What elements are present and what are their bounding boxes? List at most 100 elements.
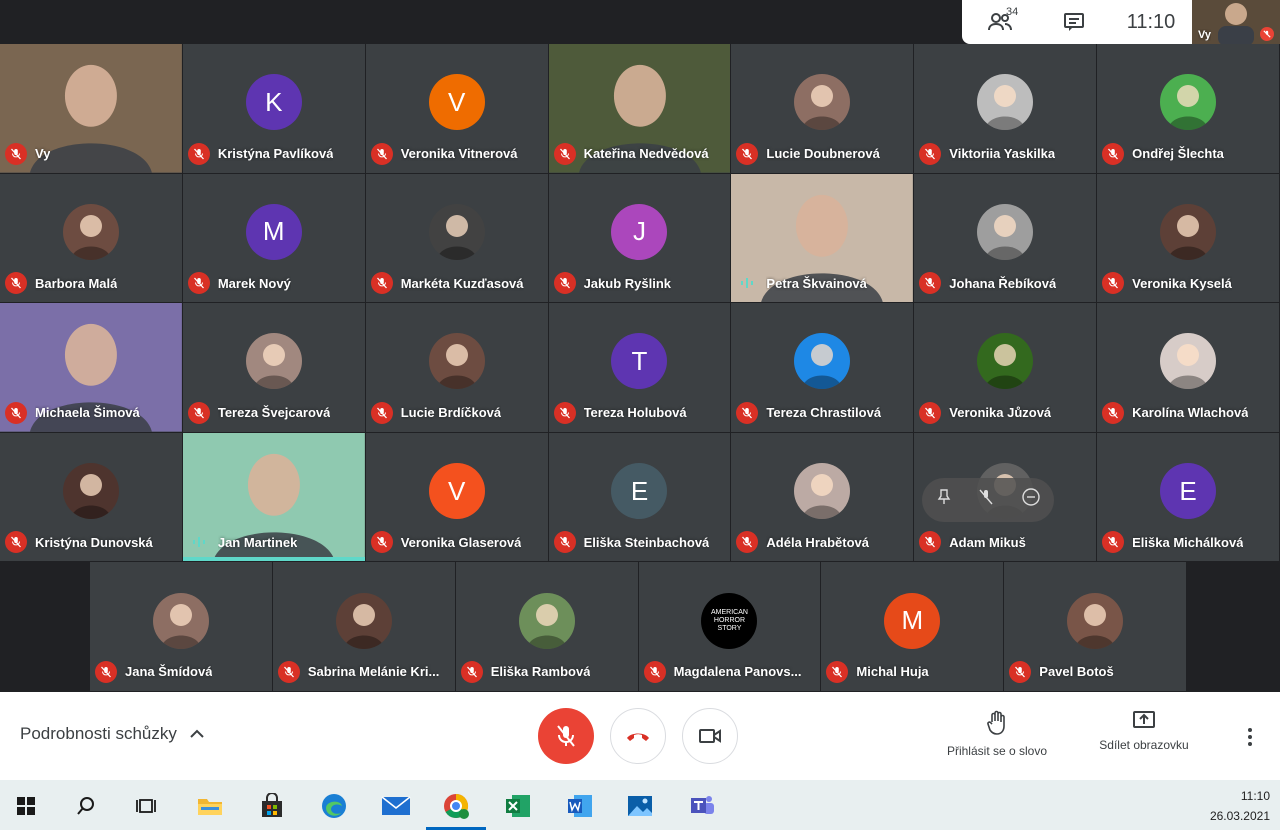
participant-tile-vy[interactable]: Vy (0, 44, 182, 173)
avatar-photo (1160, 333, 1217, 390)
muted-icon (553, 272, 576, 295)
muted-icon (187, 401, 210, 424)
participant-label: Veronika Kyselá (1102, 272, 1232, 295)
participant-label: Tereza Holubová (553, 401, 687, 424)
leave-call-button[interactable] (610, 708, 666, 764)
edge-browser-button[interactable] (314, 786, 354, 826)
camera-toggle-button[interactable] (682, 708, 738, 764)
participant-name: Petra Škvainová (766, 275, 867, 291)
microphone-toggle-button[interactable] (538, 708, 594, 764)
meeting-details-button[interactable]: Podrobnosti schůzky (20, 724, 205, 744)
system-date: 26.03.2021 (1209, 809, 1270, 823)
participant-label: Kristýna Dunovská (5, 531, 153, 554)
muted-icon (919, 142, 942, 165)
participant-name: Eliška Michálková (1132, 534, 1244, 550)
participant-tile-adam-mikus[interactable]: Adam Mikuš (914, 432, 1097, 562)
muted-icon (919, 531, 942, 554)
participant-tile-marketa-kuzdasova[interactable]: Markéta Kuzďasová (365, 173, 548, 303)
file-explorer-button[interactable] (190, 786, 230, 826)
start-button[interactable] (6, 786, 46, 826)
participant-tile-veronika-glaserova[interactable]: V Veronika Glaserová (365, 432, 548, 562)
people-button[interactable]: 34 (962, 6, 1038, 32)
participant-tile-michaela-simova[interactable]: Michaela Šimová (0, 303, 182, 432)
participant-tile-jakub-ryslink[interactable]: J Jakub Ryšlink (548, 173, 731, 303)
participant-tile-tereza-chrastilova[interactable]: Tereza Chrastilová (731, 303, 914, 432)
muted-icon (553, 401, 576, 424)
participant-tile-eliska-rambova[interactable]: Eliška Rambová (455, 562, 638, 691)
word-button[interactable] (560, 786, 600, 826)
avatar-photo (977, 74, 1034, 131)
participant-tile-marek-novy[interactable]: M Marek Nový (182, 173, 365, 303)
participant-label: Barbora Malá (5, 272, 117, 295)
participant-tile-sabrina-melanie-kri[interactable]: Sabrina Melánie Kri... (272, 562, 455, 691)
participant-label: Jana Šmídová (95, 660, 212, 683)
avatar-initial: J (611, 203, 668, 260)
pin-icon[interactable] (937, 489, 951, 510)
excel-button[interactable] (498, 786, 538, 826)
participant-name: Viktoriia Yaskilka (949, 146, 1056, 162)
participant-tile-jan-martinek[interactable]: Jan Martinek (182, 432, 365, 562)
teams-button[interactable] (682, 786, 722, 826)
participant-tile-viktoriia-yaskilka[interactable]: Viktoriia Yaskilka (914, 44, 1097, 173)
taskbar-search-button[interactable] (66, 786, 106, 826)
participant-tile-veronika-vitnerova[interactable]: V Veronika Vitnerová (365, 44, 548, 173)
active-speaker-bar (182, 557, 365, 562)
mail-icon (381, 796, 411, 815)
mail-button[interactable] (376, 786, 416, 826)
participant-label: Jan Martinek (188, 531, 297, 553)
participant-tile-eliska-michalkova[interactable]: E Eliška Michálková (1097, 432, 1279, 562)
participant-tile-eliska-steinbachova[interactable]: E Eliška Steinbachová (548, 432, 731, 562)
share-screen-button[interactable]: Sdílet obrazovku (1088, 710, 1200, 752)
participant-tile-pavel-botos[interactable]: Pavel Botoš (1004, 562, 1187, 691)
participant-tile-tereza-holubova[interactable]: T Tereza Holubová (548, 303, 731, 432)
chat-button[interactable] (1038, 12, 1110, 32)
participant-tile-kristyna-dunovska[interactable]: Kristýna Dunovská (0, 432, 182, 562)
participant-tile-veronika-kysela[interactable]: Veronika Kyselá (1097, 173, 1279, 303)
participant-label: Johana Řebíková (919, 272, 1056, 295)
muted-icon (5, 142, 27, 165)
chrome-meet-button[interactable] (426, 786, 486, 830)
participant-tile-johana-rebikova[interactable]: Johana Řebíková (914, 173, 1097, 303)
participant-tile-barbora-mala[interactable]: Barbora Malá (0, 173, 182, 303)
participant-tile-magdalena-panovs[interactable]: AMERICAN HORROR STORY Magdalena Panovs... (638, 562, 821, 691)
muted-icon (919, 401, 942, 424)
task-view-button[interactable] (126, 786, 166, 826)
participant-tile-ondrej-slechta[interactable]: Ondřej Šlechta (1097, 44, 1279, 173)
muted-icon (736, 401, 759, 424)
participant-name: Tereza Holubová (583, 405, 687, 421)
muted-icon (643, 660, 666, 683)
participant-tile-adela-hrabetova[interactable]: Adéla Hrabětová (731, 432, 914, 562)
participant-tile-kristyna-pavlikova[interactable]: K Kristýna Pavlíková (182, 44, 365, 173)
muted-icon (1102, 401, 1125, 424)
participant-label: Michal Huja (826, 660, 929, 683)
system-clock[interactable]: 11:10 26.03.2021 (1210, 786, 1270, 826)
participant-tile-lucie-doubnerova[interactable]: Lucie Doubnerová (731, 44, 914, 173)
raise-hand-button[interactable]: Přihlásit se o slovo (938, 710, 1056, 758)
participant-tile-jana-smidova[interactable]: Jana Šmídová (90, 562, 272, 691)
excel-icon (506, 795, 530, 817)
participant-label: Eliška Michálková (1102, 531, 1244, 554)
photos-button[interactable] (620, 786, 660, 826)
participant-tile-veronika-juzova[interactable]: Veronika Jůzová (914, 303, 1097, 432)
participant-tile-lucie-brdickova[interactable]: Lucie Brdíčková (365, 303, 548, 432)
participant-label: Magdalena Panovs... (643, 660, 801, 683)
mute-participant-icon[interactable] (979, 489, 993, 510)
muted-icon (1102, 142, 1125, 165)
self-preview[interactable]: Vy (1192, 0, 1280, 44)
muted-icon (736, 531, 759, 554)
participant-tile-katerina-nedvedova[interactable]: Kateřina Nedvědová (548, 44, 731, 173)
participant-tile-karolina-wlachova[interactable]: Karolína Wlachová (1097, 303, 1279, 432)
participant-tile-michal-huja[interactable]: M Michal Huja (821, 562, 1004, 691)
store-button[interactable] (252, 786, 292, 826)
more-options-button[interactable] (1240, 722, 1260, 752)
participant-tile-petra-skvainova[interactable]: Petra Škvainová (731, 173, 914, 303)
remove-participant-icon[interactable] (1022, 488, 1040, 511)
avatar-photo (428, 333, 485, 390)
participant-tile-tereza-svejcarova[interactable]: Tereza Švejcarová (182, 303, 365, 432)
muted-icon (1102, 272, 1125, 295)
hand-icon (987, 710, 1005, 735)
participant-name: Jakub Ryšlink (583, 275, 671, 291)
hang-up-icon (627, 733, 649, 741)
avatar-photo (977, 203, 1034, 260)
participant-label: Viktoriia Yaskilka (919, 142, 1056, 165)
